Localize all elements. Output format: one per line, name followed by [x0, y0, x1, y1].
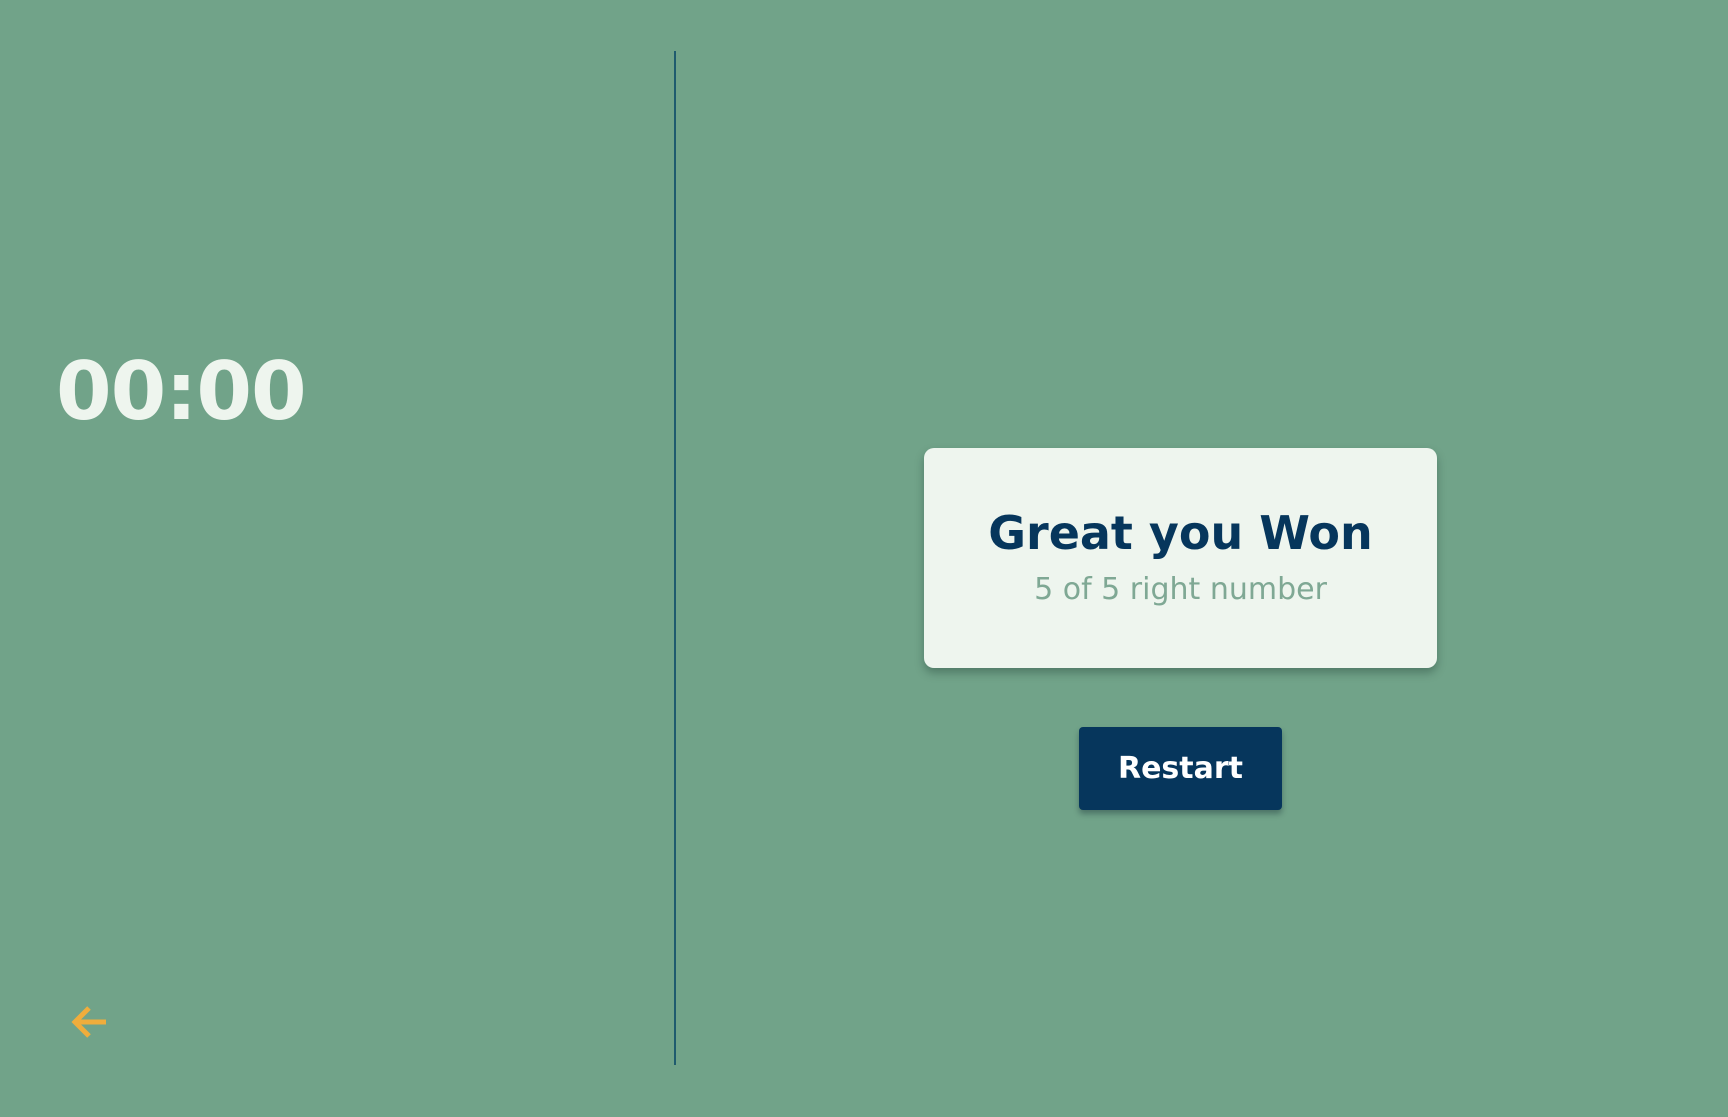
- result-title: Great you Won: [988, 506, 1373, 560]
- result-card: Great you Won 5 of 5 right number: [924, 448, 1437, 668]
- game-screen: 00:00 Great you Won 5 of 5 right number …: [0, 0, 1728, 1117]
- panel-divider: [674, 51, 676, 1065]
- countdown-timer: 00:00: [56, 345, 307, 438]
- restart-button[interactable]: Restart: [1079, 727, 1282, 810]
- result-score: 5 of 5 right number: [1034, 572, 1327, 607]
- arrow-left-icon: [71, 1006, 106, 1038]
- back-button[interactable]: [66, 998, 114, 1046]
- timer-panel: 00:00: [0, 0, 674, 1117]
